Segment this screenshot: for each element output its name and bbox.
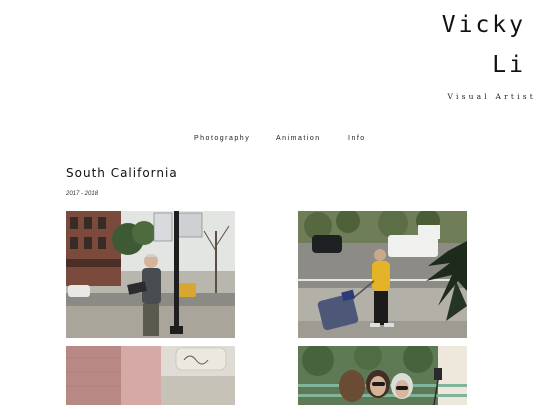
main-nav: Photography Animation Info (0, 135, 540, 147)
page-date: 2017 - 2018 (66, 191, 99, 197)
nav-info[interactable]: Info (348, 135, 366, 142)
logo-tagline: Visual Artist (447, 92, 536, 101)
page-title: South California (66, 166, 178, 180)
nav-photography[interactable]: Photography (194, 135, 250, 142)
photo-woman-suitcase[interactable] (298, 211, 467, 338)
photo-women-sunglasses[interactable] (298, 346, 467, 405)
logo-first-name[interactable]: Vicky (442, 12, 526, 38)
logo-last-name[interactable]: Li (492, 52, 526, 78)
photo-man-reading[interactable] (66, 211, 235, 338)
nav-animation[interactable]: Animation (276, 135, 321, 142)
photo-pink-wall[interactable] (66, 346, 235, 405)
